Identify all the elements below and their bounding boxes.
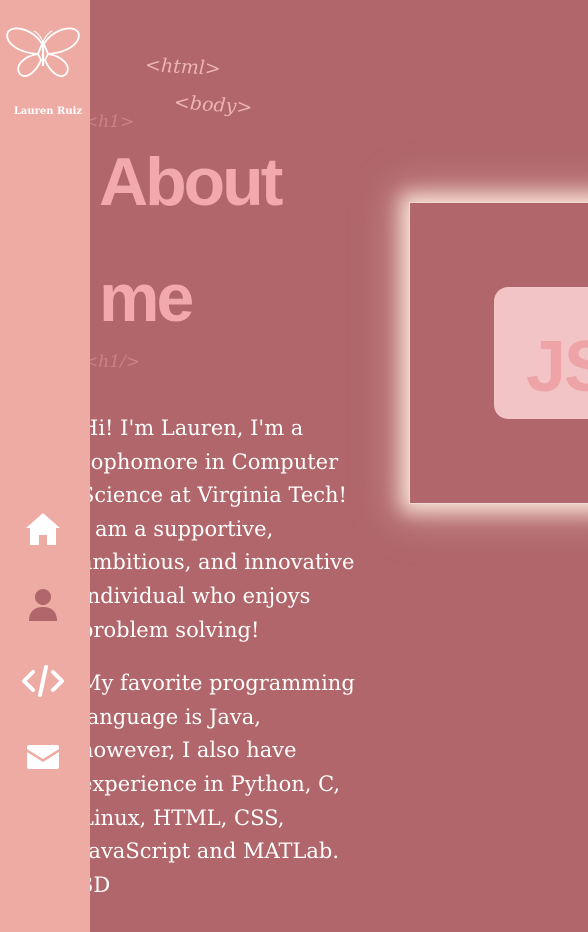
about-page: <html> <body> <h1> About me <h1/> Hi! I'… [0,0,588,932]
h1-close-tag-decoration: <h1/> [84,352,140,372]
butterfly-icon[interactable]: Lauren Ruiz [4,26,82,117]
nav-contact[interactable] [20,736,66,782]
nav-about[interactable] [20,584,66,630]
body-tag-decoration: <body> [173,91,254,119]
home-icon [24,511,62,551]
html-tag-decoration: <html> [144,54,222,80]
javascript-badge-label: JS [526,327,588,407]
page-title-line-1: About [99,144,283,220]
nav-projects[interactable] [20,660,66,706]
user-icon [27,587,59,627]
sidebar: Lauren Ruiz [0,0,90,932]
javascript-icon: JS [494,287,588,419]
bio-text: Hi! I'm Lauren, I'm a sophomore in Compu… [80,412,360,922]
nav-home[interactable] [20,508,66,554]
bio-paragraph-2: My favorite programming language is Java… [80,671,355,897]
code-icon [21,664,65,702]
bio-paragraph-1: Hi! I'm Lauren, I'm a sophomore in Compu… [80,416,355,642]
skills-card: JS [409,202,588,504]
mail-icon [25,743,61,775]
page-title-line-2: me [99,260,194,336]
logo-text: Lauren Ruiz [13,106,83,117]
